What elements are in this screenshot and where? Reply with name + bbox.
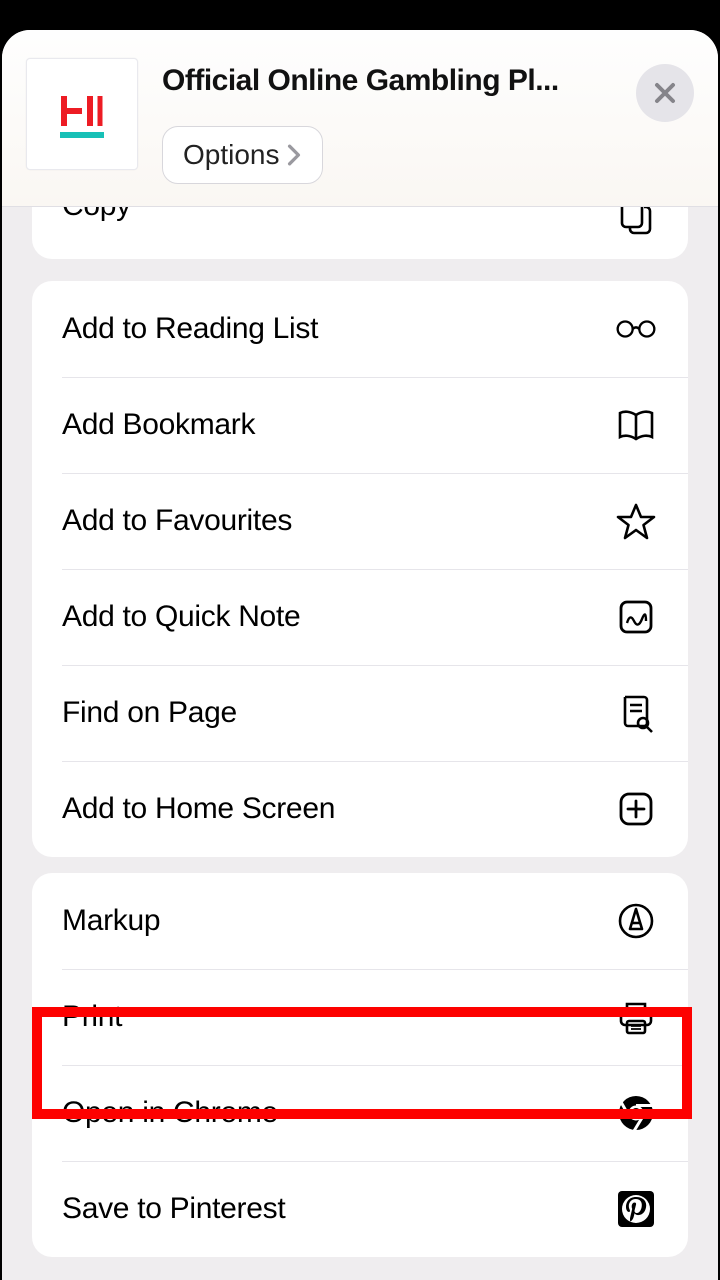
copy-icon bbox=[614, 207, 658, 239]
action-group: Copy bbox=[32, 207, 688, 259]
close-icon bbox=[653, 81, 677, 105]
action-group: Add to Reading List Add Bookmark bbox=[32, 281, 688, 857]
markup-icon bbox=[614, 899, 658, 943]
action-label: Markup bbox=[62, 904, 160, 938]
plus-square-icon bbox=[614, 787, 658, 831]
site-icon bbox=[26, 58, 138, 170]
action-label: Add to Quick Note bbox=[62, 600, 300, 634]
site-logo-icon bbox=[52, 84, 112, 144]
options-label: Options bbox=[183, 139, 280, 171]
header-text: Official Online Gambling Pl... Options bbox=[162, 58, 694, 184]
options-button[interactable]: Options bbox=[162, 126, 323, 184]
glasses-icon bbox=[614, 307, 658, 351]
pinterest-icon bbox=[614, 1187, 658, 1231]
action-label: Copy bbox=[62, 207, 131, 223]
action-label: Print bbox=[62, 1000, 122, 1034]
action-home-screen[interactable]: Add to Home Screen bbox=[32, 761, 688, 857]
action-label: Open in Chrome bbox=[62, 1096, 278, 1130]
action-label: Add to Favourites bbox=[62, 504, 292, 538]
star-icon bbox=[614, 499, 658, 543]
action-reading-list[interactable]: Add to Reading List bbox=[32, 281, 688, 377]
action-group: Markup Print bbox=[32, 873, 688, 1257]
action-label: Add to Reading List bbox=[62, 312, 318, 346]
action-find[interactable]: Find on Page bbox=[32, 665, 688, 761]
chevron-right-icon bbox=[286, 144, 302, 166]
close-button[interactable] bbox=[636, 64, 694, 122]
action-copy[interactable]: Copy bbox=[32, 207, 688, 259]
page-title: Official Online Gambling Pl... bbox=[162, 64, 694, 98]
quicknote-icon bbox=[614, 595, 658, 639]
action-label: Find on Page bbox=[62, 696, 237, 730]
chrome-icon bbox=[614, 1091, 658, 1135]
action-label: Add Bookmark bbox=[62, 408, 255, 442]
action-chrome[interactable]: Open in Chrome bbox=[32, 1065, 688, 1161]
sheet-header: Official Online Gambling Pl... Options bbox=[2, 30, 718, 207]
action-markup[interactable]: Markup bbox=[32, 873, 688, 969]
action-label: Save to Pinterest bbox=[62, 1192, 285, 1226]
book-icon bbox=[614, 403, 658, 447]
action-bookmark[interactable]: Add Bookmark bbox=[32, 377, 688, 473]
action-label: Add to Home Screen bbox=[62, 792, 335, 826]
action-pinterest[interactable]: Save to Pinterest bbox=[32, 1161, 688, 1257]
doc-search-icon bbox=[614, 691, 658, 735]
actions-scroll[interactable]: Copy Add to Reading List bbox=[2, 207, 718, 1280]
action-print[interactable]: Print bbox=[32, 969, 688, 1065]
action-quick-note[interactable]: Add to Quick Note bbox=[32, 569, 688, 665]
action-favourites[interactable]: Add to Favourites bbox=[32, 473, 688, 569]
share-sheet: Official Online Gambling Pl... Options C… bbox=[2, 30, 718, 1280]
printer-icon bbox=[614, 995, 658, 1039]
